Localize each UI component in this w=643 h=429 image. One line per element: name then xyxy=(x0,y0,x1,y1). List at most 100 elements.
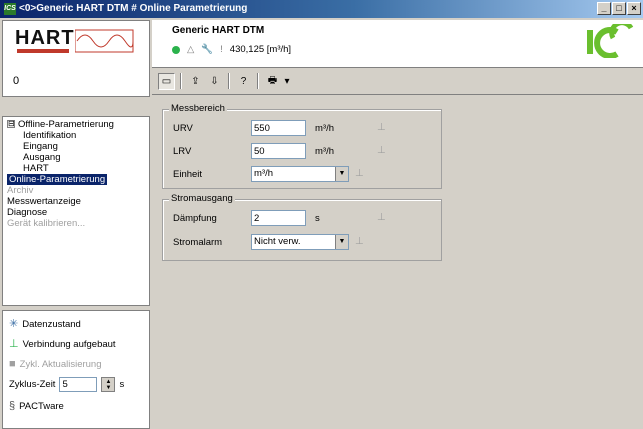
urv-row: URV m³/h ⊥ xyxy=(163,120,441,138)
pactware-label: PACTware xyxy=(19,401,64,412)
connection-label: Verbindung aufgebaut xyxy=(22,339,116,350)
lrv-unit: m³/h xyxy=(315,146,334,157)
status-ok-icon xyxy=(172,45,180,54)
window-title: <0>Generic HART DTM # Online Parametrier… xyxy=(19,3,248,14)
logo-panel: HART 0 xyxy=(2,20,150,97)
print-dropdown[interactable]: ▾ xyxy=(283,73,291,90)
data-state-label: Datenzustand xyxy=(22,319,81,330)
tree-item-messwertanzeige[interactable]: Messwertanzeige xyxy=(7,196,114,207)
urv-unit: m³/h xyxy=(315,123,334,134)
pin-icon: ⊥ xyxy=(377,212,386,223)
device-name: Generic HART DTM xyxy=(172,25,265,36)
daempfung-unit: s xyxy=(315,213,320,224)
help-icon: ? xyxy=(240,75,247,87)
data-state-row: ✳ Datenzustand xyxy=(9,318,81,331)
app-icon: ICS xyxy=(4,3,16,15)
device-header: Generic HART DTM △ 🔧 ! 430,125 [m³/h] xyxy=(152,20,643,68)
messbereich-group: Messbereich URV m³/h ⊥ LRV m³/h ⊥ Einhei… xyxy=(162,103,442,189)
help-button[interactable]: ? xyxy=(235,73,252,90)
print-button[interactable]: 🖶 xyxy=(264,73,281,90)
download-icon: ⇩ xyxy=(210,75,219,87)
hart-wave-icon xyxy=(75,29,134,53)
pactware-row: § PACTware xyxy=(9,400,64,413)
lrv-label: LRV xyxy=(173,146,192,157)
tree-item-label: Offline-Parametrierung xyxy=(18,119,114,130)
chevron-down-icon[interactable]: ▼ xyxy=(335,167,348,181)
upload-button[interactable]: ⇪ xyxy=(187,73,204,90)
tree-item-online-parametrierung[interactable]: Online-Parametrierung xyxy=(7,174,114,185)
tree-item-ausgang[interactable]: Ausgang xyxy=(7,152,114,163)
stromalarm-row: Stromalarm Nicht verw. ▼ ⊥ xyxy=(163,234,441,252)
tree-item-label: Archiv xyxy=(7,185,34,196)
tree-item-label: Messwertanzeige xyxy=(7,196,81,207)
cycle-time-unit: s xyxy=(119,379,125,390)
stromausgang-group: Stromausgang Dämpfung s ⊥ Stromalarm Nic… xyxy=(162,193,442,261)
stromausgang-title: Stromausgang xyxy=(169,193,235,204)
stromalarm-label: Stromalarm xyxy=(173,237,223,248)
cyclic-update-label: Zykl. Aktualisierung xyxy=(19,359,102,370)
toolbar-separator xyxy=(180,73,182,89)
pin-icon: ⊥ xyxy=(377,145,386,156)
title-bar: ICS <0>Generic HART DTM # Online Paramet… xyxy=(0,0,643,18)
warning-icon: △ xyxy=(187,44,195,55)
cycle-time-row: Zyklus-Zeit ▲▼ s xyxy=(9,377,124,392)
upload-icon: ⇪ xyxy=(191,75,200,87)
tree-item-identifikation[interactable]: Identifikation xyxy=(7,130,114,141)
connection-icon: ⊥ xyxy=(9,338,19,350)
urv-input[interactable] xyxy=(251,120,306,136)
tree-item-label: Identifikation xyxy=(23,130,77,141)
stromalarm-value: Nicht verw. xyxy=(254,236,301,247)
measured-value: 430,125 [m³/h] xyxy=(229,44,292,55)
ics-logo-icon xyxy=(587,24,634,58)
toolbar-separator xyxy=(257,73,259,89)
einheit-row: Einheit m³/h ▼ ⊥ xyxy=(163,166,441,184)
cycle-time-input[interactable] xyxy=(59,377,98,392)
toolbar: ▭ ⇪ ⇩ ? 🖶 ▾ xyxy=(152,70,643,92)
lrv-row: LRV m³/h ⊥ xyxy=(163,143,441,161)
tree-item-label: Ausgang xyxy=(23,152,61,163)
frame-button[interactable]: ▭ xyxy=(158,72,175,90)
tree-item-diagnose[interactable]: Diagnose xyxy=(7,207,114,218)
tree-item-label: Eingang xyxy=(23,141,58,152)
daempfung-label: Dämpfung xyxy=(173,213,217,224)
tree-item-offline-parametrierung[interactable]: ⊟ Offline-Parametrierung xyxy=(7,119,114,130)
close-button[interactable]: × xyxy=(627,2,641,15)
checkbox-icon[interactable]: ■ xyxy=(9,359,16,370)
hart-logo-text: HART xyxy=(15,27,75,49)
download-button[interactable]: ⇩ xyxy=(206,73,223,90)
wrench-icon: 🔧 xyxy=(201,44,214,55)
collapse-icon[interactable]: ⊟ xyxy=(7,120,15,129)
maximize-button[interactable]: □ xyxy=(612,2,626,15)
left-sidebar: HART 0 ⊟ Offline-Parametrierung Identifik… xyxy=(2,20,150,429)
exclamation-icon: ! xyxy=(220,44,223,55)
chevron-down-icon: ▾ xyxy=(284,75,290,87)
toolbar-separator xyxy=(228,73,230,89)
pin-icon: ⊥ xyxy=(355,236,364,247)
parameter-content: Messbereich URV m³/h ⊥ LRV m³/h ⊥ Einhei… xyxy=(152,94,643,429)
main-area: Generic HART DTM △ 🔧 ! 430,125 [m³/h] ▭ … xyxy=(152,20,643,429)
cycle-time-spinner[interactable]: ▲ ▼ xyxy=(101,377,116,392)
chevron-down-icon[interactable]: ▼ xyxy=(335,235,348,249)
connection-row: ⊥ Verbindung aufgebaut xyxy=(9,338,116,351)
tree-item-hart[interactable]: HART xyxy=(7,163,114,174)
frame-icon: ▭ xyxy=(161,75,172,87)
print-icon: 🖶 xyxy=(267,74,278,86)
navigation-tree: ⊟ Offline-Parametrierung Identifikation E… xyxy=(2,116,150,306)
urv-label: URV xyxy=(173,123,193,134)
tree-item-label: Diagnose xyxy=(7,207,48,218)
lrv-input[interactable] xyxy=(251,143,306,159)
stromalarm-select[interactable]: Nicht verw. ▼ xyxy=(251,234,349,250)
tree-item-label: Online-Parametrierung xyxy=(7,174,108,185)
section-icon: § xyxy=(9,400,16,412)
einheit-select[interactable]: m³/h ▼ xyxy=(251,166,349,182)
minimize-button[interactable]: _ xyxy=(597,2,611,15)
hart-logo: HART xyxy=(15,27,141,55)
asterisk-icon: ✳ xyxy=(9,318,19,330)
hart-logo-underline xyxy=(17,49,69,53)
device-counter: 0 xyxy=(13,75,20,87)
tree-item-eingang[interactable]: Eingang xyxy=(7,141,114,152)
status-panel: ✳ Datenzustand ⊥ Verbindung aufgebaut ■ … xyxy=(2,310,150,429)
tree-item-label: Gerät kalibrieren... xyxy=(7,218,86,229)
cyclic-update-row[interactable]: ■ Zykl. Aktualisierung xyxy=(9,359,102,371)
daempfung-input[interactable] xyxy=(251,210,306,226)
